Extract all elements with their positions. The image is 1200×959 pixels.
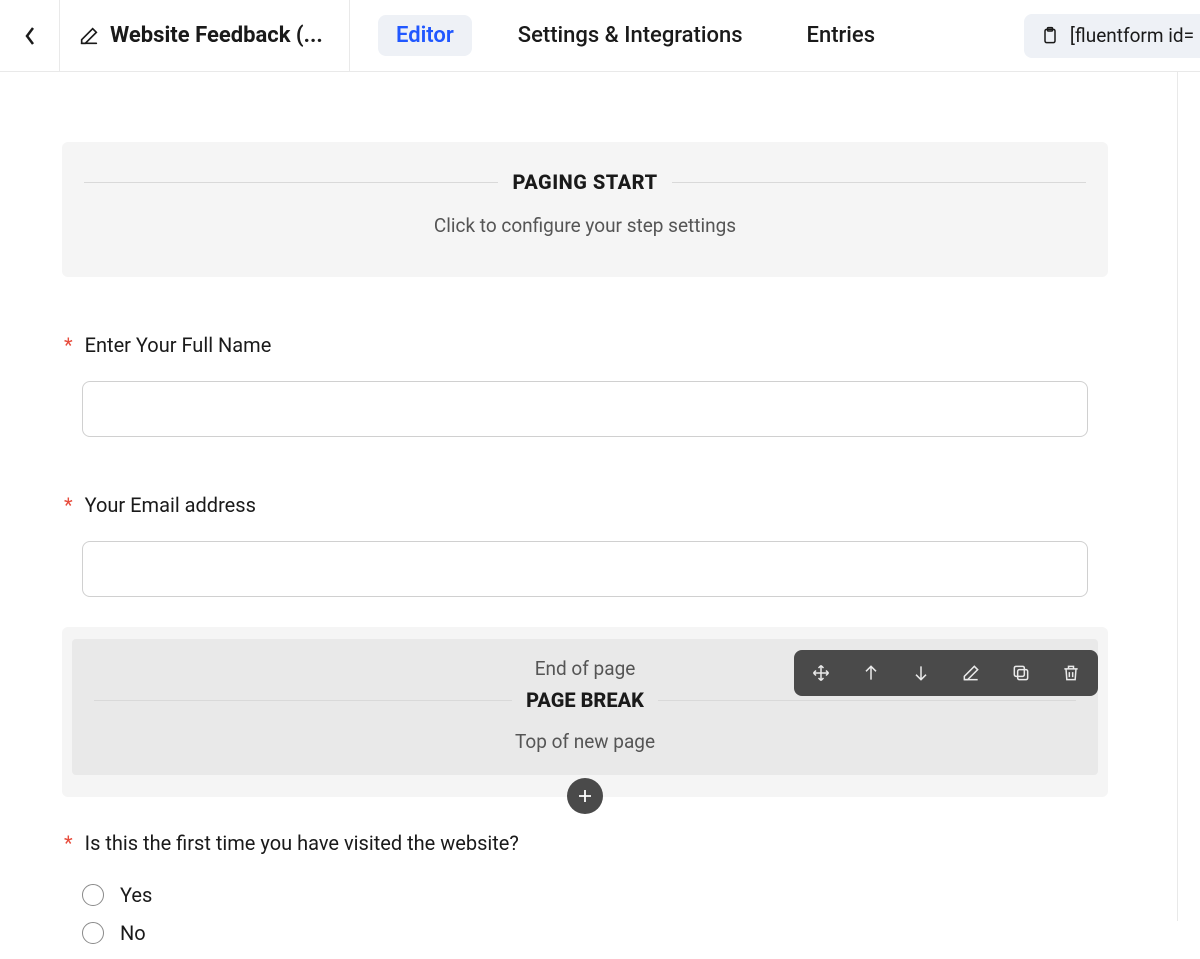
required-asterisk: * (64, 335, 73, 355)
duplicate-button[interactable] (996, 650, 1046, 696)
delete-button[interactable] (1046, 650, 1096, 696)
radio-label: No (120, 921, 146, 945)
shortcode-chip[interactable]: [fluentform id= (1024, 14, 1200, 58)
tab-editor[interactable]: Editor (378, 15, 472, 56)
required-asterisk: * (64, 495, 73, 515)
tab-entries[interactable]: Entries (789, 15, 894, 56)
element-toolbar (794, 650, 1098, 696)
radio-circle-icon (82, 884, 104, 906)
field-first-visit[interactable]: * Is this the first time you have visite… (62, 831, 1108, 945)
chevron-left-icon (24, 26, 36, 46)
tab-settings[interactable]: Settings & Integrations (500, 15, 761, 56)
edit-button[interactable] (946, 650, 996, 696)
paging-start-subtitle: Click to configure your step settings (84, 214, 1086, 237)
required-asterisk: * (64, 833, 73, 853)
plus-icon (576, 787, 594, 805)
move-button[interactable] (796, 650, 846, 696)
page-break-title: PAGE BREAK (526, 688, 644, 712)
radio-option-yes[interactable]: Yes (82, 883, 1108, 907)
field-label-text: Is this the first time you have visited … (85, 831, 519, 855)
paging-start-title: PAGING START (512, 170, 657, 194)
form-title-button[interactable]: Website Feedback (... (60, 0, 350, 72)
add-element-button[interactable] (567, 778, 603, 814)
radio-label: Yes (120, 883, 152, 907)
page-break-block[interactable]: End of page PAGE BREAK Top of new page (62, 627, 1108, 797)
move-up-button[interactable] (846, 650, 896, 696)
radio-circle-icon (82, 922, 104, 944)
field-label-text: Enter Your Full Name (85, 333, 272, 357)
sidebar-divider (1177, 72, 1178, 921)
header-bar: Website Feedback (... Editor Settings & … (0, 0, 1200, 72)
shortcode-text: [fluentform id= (1070, 24, 1194, 47)
email-input[interactable] (82, 541, 1088, 597)
copy-icon (1011, 663, 1031, 683)
arrow-down-icon (911, 663, 931, 683)
trash-icon (1061, 663, 1081, 683)
pencil-icon (78, 25, 100, 47)
arrow-up-icon (861, 663, 881, 683)
back-button[interactable] (0, 0, 60, 72)
tab-bar: Editor Settings & Integrations Entries (350, 15, 893, 56)
form-canvas: PAGING START Click to configure your ste… (62, 142, 1108, 959)
field-full-name[interactable]: * Enter Your Full Name (62, 333, 1108, 437)
form-title-text: Website Feedback (... (110, 23, 323, 48)
pencil-icon (961, 663, 981, 683)
paging-start-block[interactable]: PAGING START Click to configure your ste… (62, 142, 1108, 277)
page-break-top-label: Top of new page (94, 730, 1076, 753)
radio-option-no[interactable]: No (82, 921, 1108, 945)
move-icon (811, 663, 831, 683)
move-down-button[interactable] (896, 650, 946, 696)
full-name-input[interactable] (82, 381, 1088, 437)
clipboard-icon (1040, 26, 1060, 46)
field-label-text: Your Email address (85, 493, 256, 517)
field-email[interactable]: * Your Email address (62, 493, 1108, 597)
radio-group: Yes No (82, 883, 1108, 945)
